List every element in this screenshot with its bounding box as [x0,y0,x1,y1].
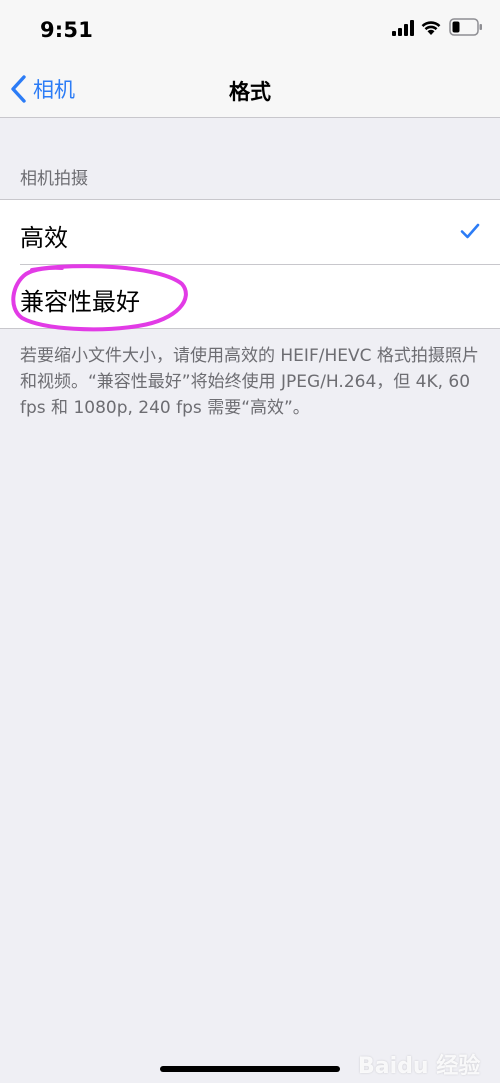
navigation-bar: 相机 格式 [0,60,500,118]
section-footer-text: 若要缩小文件大小，请使用高效的 HEIF/HEVC 格式拍摄照片和视频。“兼容性… [20,346,479,418]
battery-icon [449,18,482,36]
section-header: 相机拍摄 [20,169,88,189]
cellular-signal-icon [392,20,414,36]
checkmark-icon [460,223,480,239]
option-high-efficiency[interactable]: 高效 [0,200,500,264]
option-label: 高效 [20,224,68,252]
format-options-list: 高效 兼容性最好 [0,199,500,329]
page-title: 格式 [229,80,271,104]
baidu-jingyan-watermark: Baidu 经验 [358,1040,498,1080]
home-indicator[interactable] [160,1066,340,1072]
watermark-text: Baidu 经验 [358,1054,481,1079]
status-time: 9:51 [40,18,94,42]
wifi-icon [421,21,441,35]
option-label: 兼容性最好 [20,288,140,316]
status-bar: 9:51 [0,0,500,60]
option-most-compatible[interactable]: 兼容性最好 [0,264,500,328]
